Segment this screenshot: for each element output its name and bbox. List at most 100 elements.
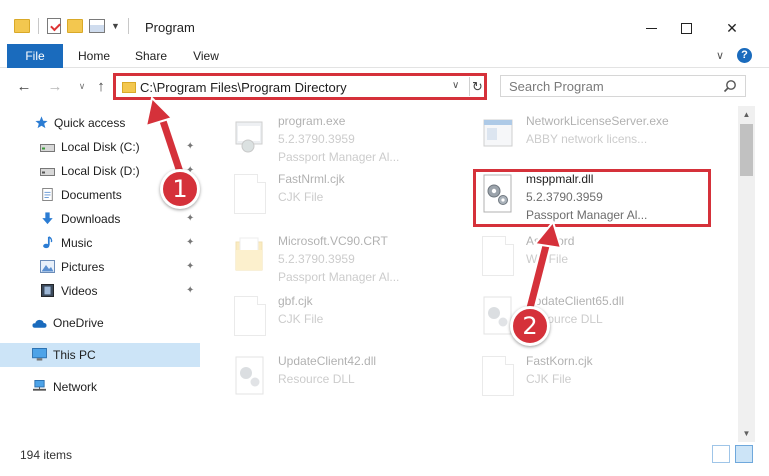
- pin-icon[interactable]: ✦: [186, 141, 194, 152]
- tab-share[interactable]: Share: [131, 44, 171, 68]
- drive-icon: [40, 168, 55, 176]
- list-item[interactable]: UpdateClient65.dll Resource DLL: [462, 290, 702, 348]
- vertical-scrollbar[interactable]: ▲ ▼: [738, 106, 755, 442]
- download-icon: [42, 212, 53, 225]
- callout-step-2: 2: [510, 306, 550, 346]
- tab-home[interactable]: Home: [74, 44, 114, 68]
- list-item[interactable]: NetworkLicenseServer.exe ABBY network li…: [462, 110, 702, 168]
- page-fold: [505, 356, 514, 365]
- list-item[interactable]: FastKorn.cjk CJK File: [462, 350, 702, 408]
- file-name: FastNrml.cjk: [278, 172, 345, 186]
- sidebar-item-label: Local Disk (C:): [61, 140, 140, 154]
- file-icon: [482, 236, 514, 276]
- list-item[interactable]: gbf.cjk CJK File: [214, 290, 454, 348]
- qat-customize-dropdown-icon[interactable]: ▼: [111, 21, 120, 31]
- file-version: ABBY network licens...: [526, 132, 648, 146]
- exe-icon: [483, 119, 513, 147]
- drive-icon: [40, 144, 55, 152]
- file-type: CJK File: [526, 372, 572, 386]
- page-fold: [257, 296, 266, 305]
- ribbon-tabs: File Home Share View ∨ ?: [0, 44, 769, 68]
- help-icon[interactable]: ?: [737, 48, 752, 63]
- dll-gear-icon: [235, 356, 264, 395]
- scroll-down-icon[interactable]: ▼: [738, 425, 755, 442]
- tab-view[interactable]: View: [188, 44, 224, 68]
- sidebar-item-label: Downloads: [61, 212, 121, 226]
- list-item[interactable]: UpdateClient42.dll Resource DLL: [214, 350, 454, 408]
- sidebar-item-this-pc[interactable]: This PC: [0, 343, 200, 367]
- file-name: gbf.cjk: [278, 294, 313, 308]
- quick-access-toolbar: ▼: [14, 18, 131, 34]
- forward-button[interactable]: →: [45, 76, 65, 96]
- highlight-box: [473, 169, 711, 227]
- refresh-icon[interactable]: ↻: [469, 77, 485, 96]
- sidebar-item-network[interactable]: Network: [0, 375, 200, 399]
- pin-icon[interactable]: ✦: [186, 285, 194, 296]
- file-version: 5.2.3790.3959: [278, 132, 355, 146]
- star-icon: [35, 116, 48, 129]
- pin-icon[interactable]: ✦: [186, 237, 194, 248]
- file-name: FastKorn.cjk: [526, 354, 593, 368]
- tab-file[interactable]: File: [7, 44, 63, 68]
- network-icon: [33, 380, 46, 391]
- properties-check-icon[interactable]: [47, 18, 61, 34]
- sidebar-item-pictures[interactable]: Pictures ✦: [0, 255, 200, 279]
- file-type: CJK File: [278, 190, 324, 204]
- sidebar-item-label: OneDrive: [53, 316, 104, 330]
- search-icon[interactable]: [723, 79, 737, 93]
- sidebar-item-label: Network: [53, 380, 98, 394]
- folder-icon: [14, 19, 30, 33]
- up-button[interactable]: ↑: [91, 76, 111, 96]
- list-item[interactable]: AskWord WE File: [462, 230, 702, 288]
- pictures-icon: [40, 260, 55, 273]
- close-icon: ✕: [726, 19, 738, 36]
- callout-step-1: 1: [160, 169, 200, 209]
- new-folder-icon[interactable]: [67, 19, 83, 33]
- maximize-button[interactable]: [663, 15, 709, 41]
- divider: [38, 18, 39, 34]
- sidebar-item-label: Pictures: [61, 260, 105, 274]
- sidebar-item-videos[interactable]: Videos ✦: [0, 279, 200, 303]
- search-input[interactable]: Search Program: [500, 75, 746, 97]
- address-bar[interactable]: C:\Program Files\Program Directory ∨ ↻: [113, 73, 487, 100]
- sidebar-item-local-disk-c[interactable]: Local Disk (C:) ✦: [0, 135, 200, 159]
- folder-icon: [235, 237, 263, 271]
- close-button[interactable]: ✕: [709, 15, 755, 41]
- expand-ribbon-icon[interactable]: ∨: [716, 49, 724, 62]
- file-name: AskWord: [526, 234, 575, 248]
- back-button[interactable]: ←: [14, 76, 34, 96]
- tiles-view-icon[interactable]: [735, 445, 753, 463]
- list-item[interactable]: FastNrml.cjk CJK File: [214, 168, 454, 226]
- properties-icon[interactable]: [89, 19, 105, 33]
- dll-gear-icon: [483, 296, 512, 335]
- scroll-up-icon[interactable]: ▲: [738, 106, 755, 123]
- sidebar-item-label: Quick access: [54, 116, 126, 130]
- address-path[interactable]: C:\Program Files\Program Directory: [140, 80, 347, 95]
- list-item[interactable]: program.exe 5.2.3790.3959 Passport Manag…: [214, 110, 454, 168]
- computer-icon: [32, 348, 47, 361]
- maximize-icon: [680, 22, 692, 34]
- details-view-icon[interactable]: [712, 445, 730, 463]
- address-dropdown-icon[interactable]: ∨: [452, 80, 459, 91]
- sidebar-item-onedrive[interactable]: OneDrive: [0, 311, 200, 335]
- cloud-icon: [32, 319, 47, 328]
- pin-icon[interactable]: ✦: [186, 213, 194, 224]
- sidebar-item-downloads[interactable]: Downloads ✦: [0, 207, 200, 231]
- file-type: CJK File: [278, 312, 324, 326]
- list-item[interactable]: Microsoft.VC90.CRT 5.2.3790.3959 Passpor…: [214, 230, 454, 288]
- scroll-thumb[interactable]: [740, 124, 753, 176]
- file-name: Microsoft.VC90.CRT: [278, 234, 388, 248]
- page-fold: [257, 174, 266, 183]
- navigation-pane: Quick access Local Disk (C:) ✦ Local Dis…: [0, 106, 206, 442]
- file-description: Passport Manager Al...: [278, 270, 400, 284]
- file-name: UpdateClient42.dll: [278, 354, 377, 368]
- sidebar-item-quick-access[interactable]: Quick access: [0, 111, 200, 135]
- file-name: UpdateClient65.dll: [526, 294, 625, 308]
- exe-icon: [235, 121, 263, 153]
- pin-icon[interactable]: ✦: [186, 261, 194, 272]
- sidebar-item-music[interactable]: Music ✦: [0, 231, 200, 255]
- music-icon: [43, 236, 53, 249]
- sidebar-item-label: Documents: [61, 188, 122, 202]
- recent-locations-icon[interactable]: ∨: [72, 76, 92, 96]
- file-version: 5.2.3790.3959: [278, 252, 355, 266]
